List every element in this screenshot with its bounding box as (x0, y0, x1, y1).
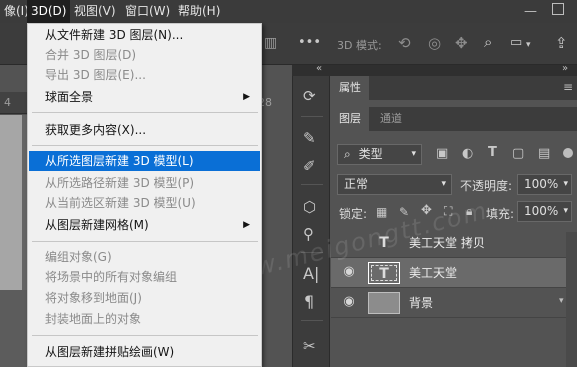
panel-menu-icon[interactable]: ≡ (563, 80, 573, 94)
layer-row-selected[interactable]: ◉ T 美工天堂 (331, 258, 577, 288)
filter-type-label: 类型 (358, 147, 383, 161)
menu-item-spherical-panorama[interactable]: 球面全景 ▶ (29, 87, 260, 107)
divider (301, 320, 323, 321)
chevron-down-icon: ▾ (563, 206, 568, 216)
menu-3d[interactable]: 3D(D) (27, 0, 71, 23)
3d-cube-icon[interactable]: ⬡ (303, 199, 316, 215)
chevron-down-icon: ▾ (411, 149, 416, 159)
filter-adjustment-icon[interactable]: ◐ (462, 146, 473, 162)
tools-icon[interactable]: ✂ (303, 338, 316, 354)
menu-item-new-3d-from-path: 从所选路径新建 3D 模型(P) (45, 176, 195, 190)
menu-item-merge-3d-layers: 合并 3D 图层(D) (45, 48, 137, 62)
menu-item-export-3d-layer: 导出 3D 图层(E)... (45, 68, 146, 82)
maximize-icon[interactable] (552, 3, 564, 15)
distribute-icon[interactable]: ▥ (264, 35, 277, 51)
menu-window[interactable]: 窗口(W) (121, 0, 174, 23)
menu-item-new-3d-layer-from-file[interactable]: 从文件新建 3D 图层(N)... (29, 25, 260, 45)
menu-item-group-objects: 编组对象(G) (45, 250, 112, 264)
background-layer-thumbnail (368, 292, 400, 314)
menu-separator (32, 145, 258, 146)
tab-layers[interactable]: 图层 (331, 107, 369, 131)
layer-name[interactable]: 背景 (409, 288, 433, 318)
menu-separator (32, 241, 258, 242)
menu-item-new-mesh-from-layer[interactable]: 从图层新建网格(M) ▶ (29, 215, 260, 235)
panel-collapse-bar[interactable]: « » (292, 63, 577, 76)
search-icon: ⌕ (344, 147, 351, 161)
filter-shape-icon[interactable]: ▢ (512, 146, 524, 162)
orbit-3d-icon[interactable]: ⟲ (398, 35, 411, 51)
text-layer-thumbnail: T (368, 262, 400, 284)
menu-item-label: 球面全景 (45, 90, 94, 104)
fill-value: 100% (524, 204, 559, 218)
menu-item-new-3d-from-selection: 从当前选区新建 3D 模型(U) (45, 196, 196, 210)
tab-properties[interactable]: 属性 (331, 76, 369, 100)
layer-filter-select[interactable]: ⌕ 类型 ▾ (337, 144, 422, 165)
filter-smart-object-icon[interactable]: ▤ (538, 146, 550, 162)
history-icon[interactable]: ⟳ (303, 88, 316, 104)
share-icon[interactable]: ⇪ (555, 35, 568, 51)
brush-icon[interactable]: ✎ (303, 130, 316, 146)
brush-settings-icon[interactable]: ✐ (303, 158, 316, 174)
more-options-icon[interactable]: ••• (298, 35, 321, 51)
blend-mode-select[interactable]: 正常 ▾ (337, 174, 452, 195)
roll-3d-icon[interactable]: ◎ (428, 35, 441, 51)
panel-tool-strip: ⟳ ✎ ✐ ⬡ ⚲ A| ¶ ✂ (292, 76, 330, 367)
properties-tab-row: 属性 ≡ (331, 76, 577, 100)
opacity-label: 不透明度: (460, 179, 513, 193)
menu-item-new-3d-from-layer[interactable]: 从所选图层新建 3D 模型(L) (29, 151, 260, 171)
search-icon[interactable]: ⌕ (484, 34, 492, 50)
filter-pixel-icon[interactable]: ▣ (436, 146, 448, 162)
menu-item-move-to-ground: 将对象移到地面(J) (45, 291, 142, 305)
workspace-icon[interactable]: ▭ (510, 35, 522, 51)
chevron-down-icon[interactable]: ▾ (526, 37, 531, 53)
layer-name[interactable]: 美工天堂 (409, 258, 457, 288)
eye-icon[interactable]: ◉ (341, 265, 357, 278)
menu-item-new-tiled-painting[interactable]: 从图层新建拼贴绘画(W) (29, 342, 260, 362)
menu-item-pack-objects-on-ground: 封装地面上的对象 (45, 312, 142, 326)
menu-item-get-more-content[interactable]: 获取更多内容(X)... (29, 120, 260, 140)
submenu-arrow-icon: ▶ (243, 92, 250, 102)
layers-tab-row: 图层 通道 (331, 107, 577, 131)
blend-mode-value: 正常 (344, 177, 369, 191)
menu-view[interactable]: 视图(V) (70, 0, 120, 23)
chevron-down-icon[interactable]: ▾ (559, 296, 564, 306)
pan-3d-icon[interactable]: ✥ (455, 35, 468, 51)
menu-separator (32, 112, 258, 113)
fill-input[interactable]: 100% ▾ (517, 201, 572, 222)
window-controls: — (524, 3, 574, 20)
menu-item-label: 从图层新建网格(M) (45, 218, 149, 232)
tab-channels[interactable]: 通道 (372, 107, 410, 131)
menu-bar: 像(I) 3D(D) 视图(V) 窗口(W) 帮助(H) — (0, 0, 577, 23)
chevron-down-icon: ▾ (563, 179, 568, 189)
filter-toggle-icon[interactable] (563, 148, 573, 158)
3d-mode-label: 3D 模式: (337, 39, 382, 52)
minimize-icon[interactable]: — (524, 4, 537, 20)
divider (301, 116, 323, 117)
chevron-down-icon: ▾ (441, 179, 446, 189)
lock-transparency-icon[interactable]: ▦ (376, 204, 387, 220)
layer-row[interactable]: ◉ 背景 ▾ (331, 288, 577, 318)
menu-separator (32, 335, 258, 336)
opacity-input[interactable]: 100% ▾ (517, 174, 572, 195)
submenu-arrow-icon: ▶ (243, 220, 250, 230)
ruler-tick-left: 4 (4, 96, 11, 109)
layers-scrollbar[interactable] (566, 232, 577, 367)
filter-type-icon[interactable]: T (488, 145, 497, 161)
collapse-left-icon[interactable]: « (316, 63, 322, 74)
eye-icon[interactable]: ◉ (341, 295, 357, 308)
opacity-value: 100% (524, 177, 559, 191)
divider (301, 184, 323, 185)
menu-item-group-all-objects: 将场景中的所有对象编组 (45, 270, 178, 284)
paragraph-icon[interactable]: ¶ (304, 294, 314, 310)
3d-menu-dropdown: 从文件新建 3D 图层(N)... 合并 3D 图层(D) 导出 3D 图层(E… (27, 23, 262, 367)
lock-label: 锁定: (339, 207, 368, 221)
menu-help[interactable]: 帮助(H) (174, 0, 224, 23)
collapse-right-icon[interactable]: » (562, 63, 568, 74)
